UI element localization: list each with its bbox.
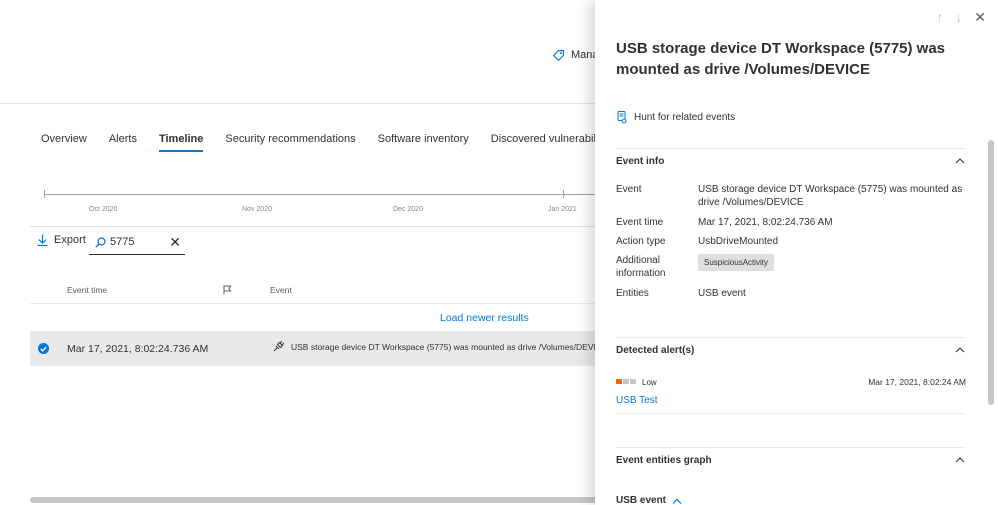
- close-icon[interactable]: ✕: [974, 10, 986, 24]
- hunt-for-related-events-button[interactable]: Hunt for related events: [617, 111, 735, 124]
- usb-event-node-toggle[interactable]: USB event: [616, 495, 682, 505]
- load-newer-results-link[interactable]: Load newer results: [440, 312, 529, 324]
- field-label: Event time: [616, 217, 664, 228]
- chevron-up-icon[interactable]: [955, 156, 965, 166]
- event-info-section-header[interactable]: Event info: [616, 150, 965, 172]
- hunt-icon: [617, 111, 627, 124]
- vertical-scrollbar[interactable]: [988, 140, 994, 405]
- download-icon: [37, 234, 48, 246]
- horizontal-scrollbar[interactable]: [30, 497, 600, 503]
- chevron-up-icon: [672, 498, 682, 504]
- timeline-month-label: Oct 2020: [89, 206, 118, 213]
- tab-software-inventory[interactable]: Software inventory: [367, 126, 480, 152]
- severity-indicator: [616, 379, 636, 384]
- additional-info-value: SuspiciousActivity: [698, 254, 973, 271]
- timeline-tick: [563, 190, 564, 198]
- severity-bar: [630, 379, 636, 384]
- tab-timeline[interactable]: Timeline: [148, 126, 214, 152]
- export-label: Export: [54, 234, 86, 246]
- event-entities-graph-section-header[interactable]: Event entities graph: [616, 449, 965, 471]
- section-title: Event info: [616, 155, 665, 167]
- field-label: Action type: [616, 236, 666, 247]
- search-input[interactable]: [110, 236, 162, 248]
- tab-alerts[interactable]: Alerts: [98, 126, 148, 152]
- severity-bar: [616, 379, 622, 384]
- export-button[interactable]: Export: [37, 234, 86, 246]
- action-type-value: UsbDriveMounted: [698, 236, 779, 247]
- chevron-up-icon[interactable]: [955, 345, 965, 355]
- close-icon[interactable]: ✕: [169, 235, 185, 249]
- table-row[interactable]: Mar 17, 2021, 8:02:24.736 AM USB storage…: [30, 331, 608, 366]
- field-label: Entities: [616, 288, 649, 299]
- event-time-value: Mar 17, 2021, 8:02:24.736 AM: [698, 217, 833, 228]
- event-time-cell: Mar 17, 2021, 8:02:24.736 AM: [67, 343, 209, 355]
- divider: [616, 447, 965, 448]
- event-value: USB storage device DT Workspace (5775) w…: [698, 184, 963, 208]
- panel-title: USB storage device DT Workspace (5775) w…: [616, 40, 946, 78]
- tab-security-recommendations[interactable]: Security recommendations: [214, 126, 366, 152]
- chevron-up-icon[interactable]: [955, 455, 965, 465]
- severity-label: Low: [642, 378, 657, 387]
- usb-event-label: USB event: [616, 495, 667, 505]
- column-header-event-time[interactable]: Event time: [67, 285, 107, 295]
- hunt-label: Hunt for related events: [634, 112, 736, 123]
- suspicious-activity-tag: SuspiciousActivity: [698, 254, 775, 271]
- arrow-up-icon[interactable]: ↑: [936, 10, 943, 24]
- timeline-month-label: Dec 2020: [393, 206, 423, 213]
- search-icon: [95, 236, 106, 248]
- checkmark-icon[interactable]: [38, 343, 49, 354]
- timeline-month-label: Nov 2020: [242, 206, 272, 213]
- device-tabs: Overview Alerts Timeline Security recomm…: [30, 126, 626, 156]
- manage-tag-icon: [552, 49, 564, 61]
- timeline-tick: [44, 190, 45, 198]
- divider: [30, 226, 600, 227]
- event-description-cell: USB storage device DT Workspace (5775) w…: [291, 342, 608, 352]
- timeline-axis[interactable]: [44, 194, 604, 195]
- tab-overview[interactable]: Overview: [30, 126, 98, 152]
- divider: [30, 303, 600, 304]
- divider: [616, 413, 965, 414]
- divider: [616, 337, 965, 338]
- entities-value: USB event: [698, 288, 746, 299]
- severity-bar: [623, 379, 629, 384]
- page: Mana Overview Alerts Timeline Security r…: [0, 0, 998, 505]
- alert-name-link[interactable]: USB Test: [616, 395, 658, 406]
- alert-time: Mar 17, 2021, 8:02:24 AM: [868, 377, 966, 387]
- flag-icon[interactable]: [223, 285, 232, 295]
- detected-alerts-section-header[interactable]: Detected alert(s): [616, 339, 965, 361]
- arrow-down-icon[interactable]: ↓: [955, 10, 962, 24]
- usb-plug-icon: [273, 341, 284, 352]
- field-label: Event: [616, 184, 642, 195]
- divider: [616, 148, 965, 149]
- event-details-panel: ↑ ↓ ✕ USB storage device DT Workspace (5…: [595, 0, 998, 505]
- search-box: ✕: [89, 230, 185, 255]
- column-header-event[interactable]: Event: [270, 285, 292, 295]
- section-title: Detected alert(s): [616, 344, 695, 356]
- timeline-month-label: Jan 2021: [548, 206, 577, 213]
- field-label: Additional information: [616, 255, 666, 279]
- section-title: Event entities graph: [616, 454, 712, 466]
- manage-tags-button[interactable]: Mana: [552, 46, 599, 64]
- panel-navigation: ↑ ↓ ✕: [936, 10, 986, 24]
